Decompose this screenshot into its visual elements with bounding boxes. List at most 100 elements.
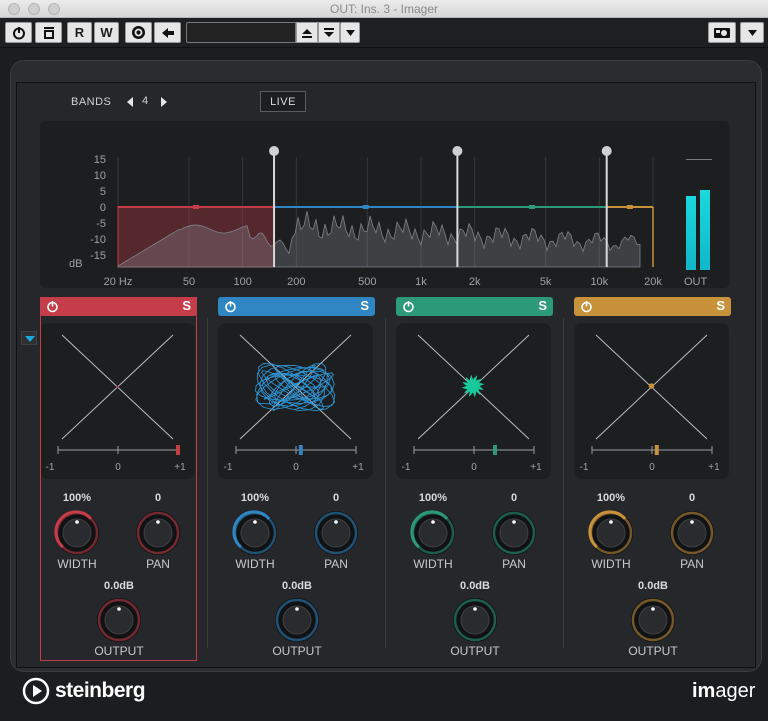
- width-knob[interactable]: [52, 508, 102, 558]
- freq-tick-label: 500: [358, 276, 376, 288]
- bands-decrease-button[interactable]: [127, 97, 133, 107]
- band-separator: [563, 318, 564, 648]
- output-value: 0.0dB: [638, 580, 668, 592]
- band-separator: [385, 318, 386, 648]
- previous-preset-button[interactable]: [296, 22, 318, 43]
- freq-tick-label: 100: [233, 276, 251, 288]
- band-level-handle[interactable]: [193, 205, 200, 209]
- next-preset-button[interactable]: [318, 22, 340, 43]
- pan-label: PAN: [502, 557, 526, 571]
- width-value: 100%: [62, 492, 92, 504]
- collapse-toggle-button[interactable]: [21, 331, 37, 345]
- preset-name-field[interactable]: [186, 22, 296, 43]
- width-knob[interactable]: [230, 508, 280, 558]
- title-bar: OUT: Ins. 3 - Imager: [0, 0, 768, 18]
- brand-name: steinberg: [55, 679, 146, 702]
- product-name: imager: [692, 680, 755, 703]
- output-knob[interactable]: [628, 595, 678, 645]
- steinberg-logo-icon: [22, 677, 50, 705]
- settings-menu-button[interactable]: [740, 22, 764, 43]
- output-value: 0.0dB: [104, 580, 134, 592]
- freq-tick-label: 1k: [415, 276, 427, 288]
- spectrum-graph[interactable]: 151050-5-10-15dB20 Hz 50 100 200 500 1k 2k 5k 10…: [40, 121, 730, 288]
- position-marker[interactable]: [298, 445, 303, 455]
- band-power-icon[interactable]: [580, 300, 593, 313]
- width-label: WIDTH: [413, 557, 453, 571]
- position-marker[interactable]: [493, 445, 497, 455]
- db-tick-label: 5: [100, 186, 106, 198]
- pan-label: PAN: [324, 557, 348, 571]
- write-automation-button[interactable]: W: [94, 22, 119, 43]
- pan-value: 0: [154, 492, 162, 504]
- output-meter-left: [686, 196, 696, 270]
- db-tick-label: -15: [90, 250, 106, 262]
- plugin-toolbar: R W: [0, 18, 768, 48]
- band-level-handle[interactable]: [626, 205, 633, 209]
- arrow-up-icon: [302, 28, 312, 38]
- preset-menu-button[interactable]: [340, 22, 360, 43]
- width-value: 100%: [418, 492, 448, 504]
- band-power-icon[interactable]: [46, 300, 59, 313]
- scale-label: -1: [402, 462, 411, 473]
- band-level-handle[interactable]: [362, 205, 369, 209]
- pan-knob[interactable]: [489, 508, 539, 558]
- width-knob[interactable]: [408, 508, 458, 558]
- scale-label: +1: [708, 462, 720, 473]
- side-chain-button[interactable]: [125, 22, 152, 43]
- window-title: OUT: Ins. 3 - Imager: [329, 2, 439, 16]
- freq-tick-label: 5k: [540, 276, 552, 288]
- db-tick-label: -10: [90, 234, 106, 246]
- output-label: OUTPUT: [94, 644, 144, 658]
- band-solo-button[interactable]: S: [182, 298, 191, 313]
- position-marker[interactable]: [176, 445, 180, 455]
- crossover-handle[interactable]: [452, 146, 463, 156]
- freq-tick-label: 10k: [590, 276, 608, 288]
- camera-icon: [714, 28, 730, 38]
- band-solo-button[interactable]: S: [538, 298, 547, 313]
- pan-label: PAN: [680, 557, 704, 571]
- chevron-down-icon: [345, 29, 355, 36]
- band-level-handle[interactable]: [529, 205, 536, 209]
- bands-increase-button[interactable]: [161, 97, 167, 107]
- freq-tick-label: 2k: [469, 276, 481, 288]
- band-header-2: S: [218, 297, 375, 316]
- crossover-handle[interactable]: [601, 146, 612, 156]
- output-knob[interactable]: [450, 595, 500, 645]
- pan-knob[interactable]: [311, 508, 361, 558]
- width-label: WIDTH: [57, 557, 97, 571]
- db-tick-label: 0: [100, 202, 106, 214]
- bands-count: 4: [142, 95, 149, 107]
- output-knob[interactable]: [272, 595, 322, 645]
- width-label: WIDTH: [235, 557, 275, 571]
- pan-knob[interactable]: [133, 508, 183, 558]
- output-value: 0.0dB: [460, 580, 490, 592]
- switch-arrow-button[interactable]: [154, 22, 181, 43]
- stereo-scope-2: -1 0 +1: [218, 323, 373, 479]
- db-tick-label: 15: [94, 154, 106, 166]
- meter-peak-line: [686, 159, 712, 160]
- pan-knob[interactable]: [667, 508, 717, 558]
- scale-label: -1: [580, 462, 589, 473]
- deactivate-icon: [43, 26, 54, 39]
- deactivate-button[interactable]: [35, 22, 62, 43]
- band-power-icon[interactable]: [224, 300, 237, 313]
- scale-label: +1: [174, 462, 186, 473]
- stereo-scope-4: -1 0 +1: [574, 323, 729, 479]
- width-value: 100%: [596, 492, 626, 504]
- band-solo-button[interactable]: S: [360, 298, 369, 313]
- output-knob[interactable]: [94, 595, 144, 645]
- position-marker[interactable]: [654, 445, 659, 455]
- width-knob[interactable]: [586, 508, 636, 558]
- bypass-button[interactable]: [5, 22, 32, 43]
- freq-tick-label: 20k: [644, 276, 662, 288]
- band-power-icon[interactable]: [402, 300, 415, 313]
- live-button[interactable]: LIVE: [260, 91, 306, 112]
- settings-camera-button[interactable]: [708, 22, 736, 43]
- pan-label: PAN: [146, 557, 170, 571]
- band-solo-button[interactable]: S: [716, 298, 725, 313]
- read-automation-button[interactable]: R: [67, 22, 92, 43]
- freq-tick-label: 50: [183, 276, 195, 288]
- db-tick-label: 10: [94, 170, 106, 182]
- scale-label: +1: [530, 462, 542, 473]
- crossover-handle[interactable]: [269, 146, 280, 156]
